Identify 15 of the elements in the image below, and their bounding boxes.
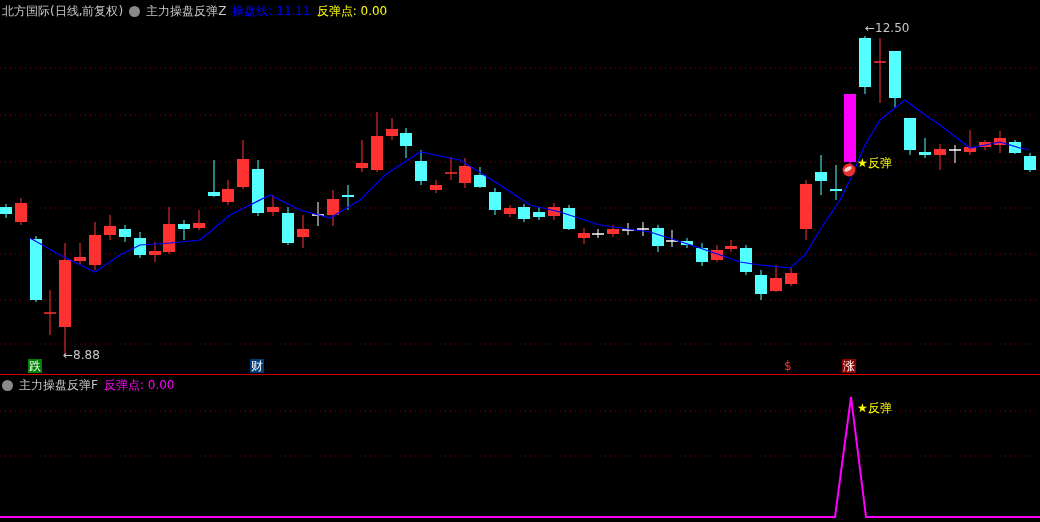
legend-value: 操盘线: 11.11 (232, 3, 311, 20)
low-price-label: ←8.88 (63, 348, 100, 362)
rebound-signal-label: ★反弹 (857, 400, 892, 417)
event-marker[interactable]: 财 (250, 359, 264, 373)
rebound-signal-label: ★反弹 (857, 155, 892, 172)
indicator-name: 主力操盘反弹Z (146, 3, 227, 20)
event-marker[interactable]: $ (783, 359, 793, 373)
legend-value: 反弹点: 0.00 (316, 3, 388, 20)
indicator-name: 主力操盘反弹F (19, 377, 98, 394)
high-price-label: ←12.50 (865, 21, 910, 35)
event-marker[interactable]: 涨 (842, 359, 856, 373)
legend-value: 反弹点: 0.00 (103, 377, 175, 394)
security-title: 北方国际(日线,前复权) (2, 3, 124, 20)
ball-icon (842, 163, 856, 177)
event-marker[interactable]: 跌 (28, 359, 42, 373)
